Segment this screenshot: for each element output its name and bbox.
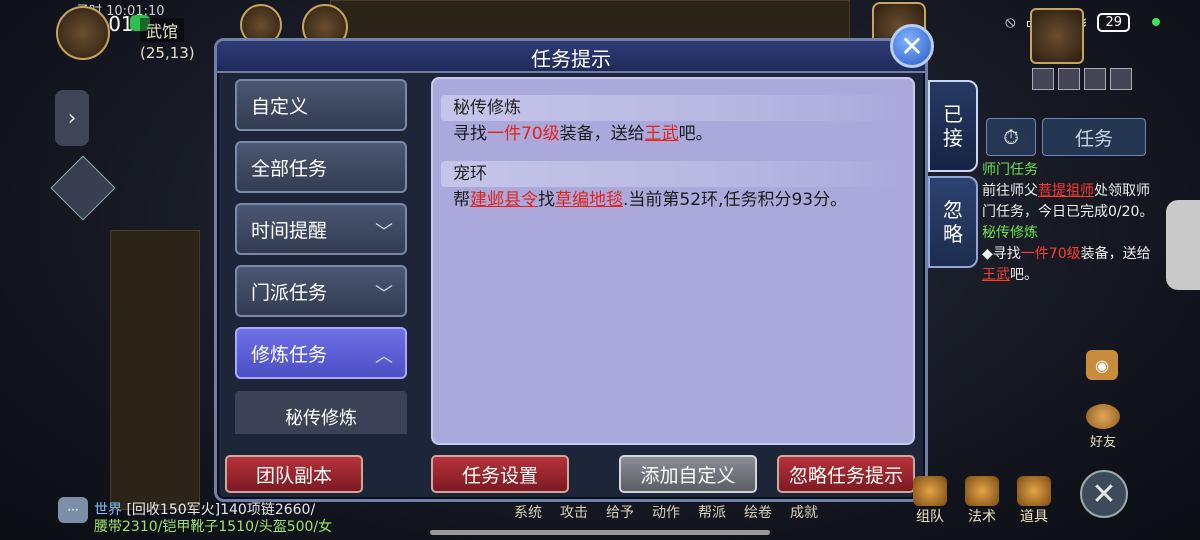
- item-link[interactable]: 草编地毯: [555, 190, 623, 210]
- task-tracker[interactable]: 师门任务 前往师父菩提祖师处领取师门任务，今日已完成0/20。 秘传修炼 ◆寻找…: [982, 160, 1162, 286]
- tracker-sect-title: 师门任务: [982, 162, 1038, 178]
- menu-label: 修炼任务: [251, 343, 328, 366]
- menu-guild[interactable]: 帮派: [689, 502, 735, 522]
- task-category-menu: 自定义 全部任务 时间提醒 ﹀ 门派任务 ﹀ 修炼任务 ︿ 秘传修炼: [235, 79, 411, 434]
- camera-icon[interactable]: ◉: [1086, 350, 1118, 380]
- chevron-down-icon: ﹀: [375, 284, 393, 305]
- menu-achievement[interactable]: 成就: [781, 502, 827, 522]
- handshake-icon: [1086, 404, 1120, 429]
- building-pillar: [110, 230, 200, 510]
- player-avatar[interactable]: [56, 6, 110, 60]
- menu-custom[interactable]: 自定义: [235, 79, 407, 131]
- menu-scroll[interactable]: 绘卷: [735, 502, 781, 522]
- indicator-dot: [1152, 18, 1160, 26]
- tab-accepted[interactable]: 已 接: [928, 80, 978, 172]
- side-event-button[interactable]: [1166, 200, 1200, 290]
- task-settings-button[interactable]: 任务设置: [431, 455, 569, 493]
- tracker-secret-text: ◆寻找一件70级装备，送给王武吧。: [982, 246, 1151, 283]
- home-indicator[interactable]: [430, 530, 770, 535]
- vibrate-icon: ⦸: [1005, 12, 1016, 31]
- tracker-secret-title: 秘传修炼: [982, 225, 1038, 241]
- add-custom-button[interactable]: 添加自定义: [619, 455, 757, 493]
- task-entry: 秘传修炼 寻找一件70级装备，送给王武吧。: [441, 95, 901, 147]
- friends-button[interactable]: 好友: [1080, 404, 1126, 450]
- chest-icon: [1017, 476, 1051, 506]
- bottom-icon-bar: 组队 法术 道具: [910, 476, 1054, 526]
- menu-label: 门派任务: [251, 281, 328, 304]
- team-dungeon-button[interactable]: 团队副本: [225, 455, 363, 493]
- task-entry: 宠环 帮建邺县令找草编地毯.当前第52环,任务积分93分。: [441, 161, 901, 213]
- task-description: 寻找一件70级装备，送给王武吧。: [453, 124, 713, 144]
- spell-button[interactable]: 法术: [962, 476, 1002, 526]
- menu-sect-tasks[interactable]: 门派任务 ﹀: [235, 265, 407, 317]
- menu-label: 时间提醒: [251, 219, 328, 242]
- team-icon: [913, 476, 947, 506]
- expand-left-arrow-icon[interactable]: ›: [55, 90, 89, 146]
- timer-icon[interactable]: ⏱: [986, 118, 1036, 156]
- menu-label: 全部任务: [251, 157, 328, 180]
- menu-give[interactable]: 给予: [597, 502, 643, 522]
- chevron-up-icon: ︿: [375, 346, 393, 367]
- dialog-header: 任务提示: [217, 41, 925, 73]
- menu-action[interactable]: 动作: [643, 502, 689, 522]
- map-coords: (25,13): [140, 44, 195, 62]
- tracker-sect-text: 前往师父菩提祖师处领取师门任务，今日已完成0/20。: [982, 183, 1154, 220]
- chat-icon[interactable]: ···: [58, 497, 88, 523]
- chevron-down-icon: ﹀: [375, 222, 393, 243]
- buff-icons: [1032, 68, 1132, 90]
- task-tracker-tab[interactable]: 任务: [1042, 118, 1146, 156]
- menu-label: 自定义: [251, 95, 309, 118]
- menu-attack[interactable]: 攻击: [551, 502, 597, 522]
- task-title: 秘传修炼: [441, 95, 901, 121]
- chat-message[interactable]: 世界 [回收150军火]140项链2660/ 腰带2310/铠甲靴子1510/头…: [94, 502, 332, 536]
- bottom-menu: 系统 攻击 给予 动作 帮派 绘卷 成就: [505, 502, 827, 522]
- task-description: 帮建邺县令找草编地毯.当前第52环,任务积分93分。: [453, 190, 848, 210]
- dialog-title: 任务提示: [531, 47, 611, 71]
- battery-icon: 29: [1097, 12, 1130, 32]
- menu-cultivation-tasks[interactable]: 修炼任务 ︿: [235, 327, 407, 379]
- location-name[interactable]: 武馆: [140, 18, 185, 42]
- bell-icon: [965, 476, 999, 506]
- menu-all-tasks[interactable]: 全部任务: [235, 141, 407, 193]
- menu-time-reminder[interactable]: 时间提醒 ﹀: [235, 203, 407, 255]
- task-content-panel: 秘传修炼 寻找一件70级装备，送给王武吧。 宠环 帮建邺县令找草编地毯.当前第5…: [431, 77, 915, 445]
- npc-link[interactable]: 建邺县令: [470, 190, 538, 210]
- tab-ignored[interactable]: 忽 略: [928, 176, 978, 268]
- building-roof: [330, 0, 850, 40]
- chat-channel: 世界: [94, 502, 122, 518]
- ignore-hint-button[interactable]: 忽略任务提示: [777, 455, 915, 493]
- inventory-button[interactable]: 道具: [1014, 476, 1054, 526]
- team-button[interactable]: 组队: [910, 476, 950, 526]
- task-title: 宠环: [441, 161, 901, 187]
- task-item: 一件70级: [487, 124, 560, 144]
- close-menu-icon[interactable]: ✕: [1080, 470, 1128, 518]
- menu-system[interactable]: 系统: [505, 502, 551, 522]
- task-hint-dialog: 任务提示 自定义 全部任务 时间提醒 ﹀ 门派任务 ﹀ 修炼任务 ︿ 秘传修炼 …: [214, 38, 928, 502]
- character-portrait[interactable]: [1030, 8, 1084, 64]
- close-icon[interactable]: ✕: [890, 24, 934, 68]
- submenu-secret-cultivation[interactable]: 秘传修炼: [235, 391, 407, 434]
- npc-link[interactable]: 王武: [645, 124, 679, 144]
